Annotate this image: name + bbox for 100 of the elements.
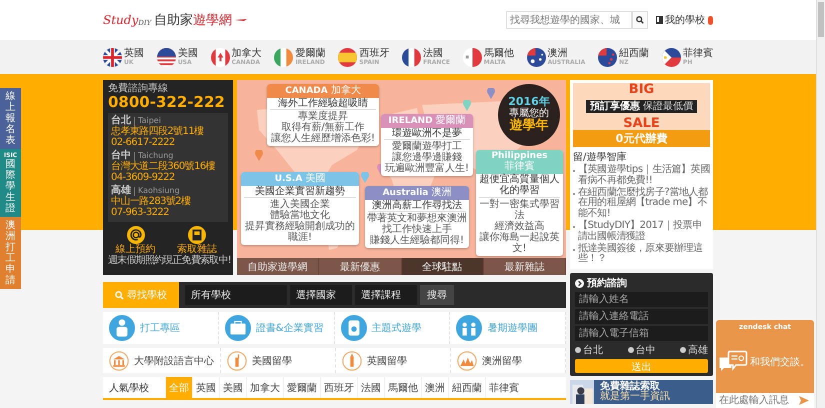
flag-icon bbox=[598, 48, 618, 66]
destination-title-local: 加拿大 bbox=[330, 85, 361, 96]
category-link[interactable]: 澳洲留學 bbox=[451, 348, 566, 373]
promo-big-text: BIG bbox=[628, 83, 654, 96]
office-city-en: Kaohsiung bbox=[134, 187, 180, 196]
category-link[interactable]: 美國留學 bbox=[221, 348, 336, 373]
office-city-en: Taipei bbox=[134, 117, 161, 126]
destination-headline: 美國企業實習新趨勢 bbox=[244, 186, 356, 198]
article-link[interactable]: 抵達美國簽後，原來要辦理這些！？ bbox=[578, 244, 710, 266]
hotline-label: 免費諮詢專線 bbox=[108, 83, 169, 94]
category-theme-icon bbox=[340, 315, 366, 341]
magazine-title: 免費雜誌索取 bbox=[600, 382, 660, 392]
category-liberty-icon bbox=[227, 350, 247, 370]
articles-heading: 留/遊學智庫 bbox=[573, 150, 628, 164]
category-link[interactable]: 大學附設語言中心 bbox=[103, 348, 221, 373]
map-pin-icon bbox=[487, 88, 495, 99]
badge-text: 專屬您的 bbox=[509, 108, 549, 120]
category-work-icon bbox=[109, 315, 135, 341]
country-tab[interactable]: 英國 bbox=[192, 377, 219, 398]
side-tab[interactable]: 線上報名表 bbox=[0, 88, 21, 149]
destination-title: IRELAND bbox=[388, 116, 433, 126]
contact-action-link[interactable]: 線上預約 週末假期照約 bbox=[108, 226, 164, 266]
destination-text: 讓你海島一起說英文! bbox=[478, 232, 560, 254]
banner-tab[interactable]: 最新雜誌 bbox=[484, 258, 566, 275]
chat-input[interactable]: 在此處輸入訊息 bbox=[716, 393, 814, 408]
flag-icon bbox=[402, 48, 422, 66]
promo-sale-text: SALE bbox=[623, 117, 660, 130]
flag-icon bbox=[156, 48, 176, 66]
popular-schools-label: 人氣學校 bbox=[108, 382, 150, 396]
flag-icon bbox=[462, 48, 482, 66]
destination-headline: 海外工作經驗超吸睛 bbox=[270, 98, 376, 110]
school-search-title: 尋找學校 bbox=[127, 288, 167, 302]
dropdown[interactable]: 選擇國家 bbox=[290, 285, 352, 305]
category-case-icon bbox=[224, 315, 251, 341]
article-link[interactable]: 【StudyDIY】2017｜投票申請出國帳清獲證 bbox=[578, 220, 710, 243]
category-group-icon bbox=[456, 315, 482, 341]
dropdown[interactable]: 選擇課程 bbox=[355, 285, 417, 305]
banner-tab[interactable]: 自助家遊學網 bbox=[237, 258, 320, 275]
chat-greeting: 和我們交談。 bbox=[750, 356, 810, 369]
country-tab[interactable]: 菲律賓 bbox=[485, 377, 522, 398]
banner-tab[interactable]: 全球駐點 bbox=[402, 258, 484, 275]
map-pin-icon bbox=[255, 150, 263, 161]
office-city: 高雄 bbox=[111, 185, 131, 196]
book-icon bbox=[656, 16, 663, 24]
country-tab[interactable]: 澳洲 bbox=[421, 377, 448, 398]
category-opera-icon bbox=[457, 350, 477, 370]
destination-text: 提昇實務經驗開創成功的職涯! bbox=[244, 221, 356, 243]
magazine-banner[interactable]: 免費雜誌索取 就是第一手資訊 bbox=[570, 380, 713, 404]
category-link[interactable]: 英國留學 bbox=[336, 348, 451, 373]
office-city: 台北 bbox=[111, 115, 131, 126]
input-field[interactable]: 請輸入連絡電話 bbox=[575, 309, 708, 324]
office-address: 台灣大道二段360號16樓 bbox=[111, 161, 216, 172]
office-radio[interactable]: 台北 bbox=[575, 343, 603, 358]
category-tower-icon bbox=[342, 350, 362, 370]
article-link[interactable]: 在紐西蘭怎麼找房子?當地人都在用的租屋網【trade me】不能不知! bbox=[578, 188, 710, 220]
send-icon[interactable] bbox=[799, 396, 810, 405]
my-school-link[interactable]: 我的學校 bbox=[656, 13, 705, 27]
destination-title: CANADA bbox=[285, 86, 328, 96]
input-field[interactable]: 請輸入電子信箱 bbox=[575, 326, 708, 342]
contact-action-link[interactable]: 索取雜誌 現正免費索取中! bbox=[163, 226, 231, 266]
destination-text: 經濟效益高 bbox=[494, 220, 544, 232]
destination-text: 玩遍歐洲豐富人生! bbox=[384, 163, 470, 174]
dropdown[interactable]: 所有學校 bbox=[185, 285, 287, 305]
search-button[interactable]: 搜尋 bbox=[420, 285, 454, 305]
flag-icon bbox=[526, 48, 546, 66]
badge-headline: 遊學年 bbox=[510, 119, 548, 134]
at-sign-icon bbox=[126, 226, 145, 244]
magazine-text: 就是第一手資訊 bbox=[600, 392, 670, 403]
destination-title-local: 愛爾蘭 bbox=[436, 115, 466, 126]
country-tab[interactable]: 加拿大 bbox=[246, 377, 283, 398]
destination-text: 愛爾蘭遊學打工 bbox=[391, 141, 463, 152]
scrollbar[interactable] bbox=[816, 0, 825, 408]
destination-headline: 環遊歐洲不是夢 bbox=[384, 128, 470, 140]
search-button[interactable] bbox=[632, 11, 648, 29]
country-tab[interactable]: 愛爾蘭 bbox=[283, 377, 320, 398]
destination-text: 體驗當地文化 bbox=[270, 210, 330, 221]
office-radio[interactable]: 台中 bbox=[628, 343, 656, 358]
office-phone: 07-963-3222 bbox=[111, 207, 170, 218]
office-phone: 04-3609-9222 bbox=[111, 172, 176, 184]
search-field[interactable]: 找尋我想遊學的國家、城 bbox=[506, 11, 632, 29]
destination-title-local: 美國 bbox=[305, 173, 326, 184]
booking-title: 預約諮詢 bbox=[587, 276, 627, 290]
flag-icon bbox=[662, 48, 681, 66]
country-tab[interactable]: 西班牙 bbox=[320, 377, 357, 398]
input-field[interactable]: 請輸入姓名 bbox=[575, 292, 708, 308]
country-tab[interactable]: 馬爾他 bbox=[384, 377, 421, 398]
destination-text: 一對一密集式學習法 bbox=[478, 198, 560, 221]
destination-text: 讓您邊學邊賺錢 bbox=[391, 152, 462, 163]
magazine-icon bbox=[188, 226, 206, 244]
country-tab[interactable]: 法國 bbox=[357, 377, 384, 398]
promo-ribbon: 預訂享優惠 保證最低價 bbox=[586, 100, 697, 113]
article-link[interactable]: 【英國遊學tips｜生活篇】英國看病不再都免費!! bbox=[578, 165, 710, 187]
country-tab[interactable]: 美國 bbox=[219, 377, 246, 398]
destination-text: 帶著英文和夢想來澳洲 bbox=[366, 213, 468, 224]
office-address: 中山一路283號2樓 bbox=[111, 196, 192, 208]
country-tab[interactable]: 紐西蘭 bbox=[448, 377, 485, 398]
badge-year: 2016年 bbox=[508, 96, 550, 108]
office-phone: 02-6617-2222 bbox=[111, 137, 176, 148]
office-radio[interactable]: 高雄 bbox=[680, 343, 708, 358]
sale-promo-graphic[interactable]: BIG 預訂享優惠 保證最低價 SALE bbox=[573, 83, 710, 130]
